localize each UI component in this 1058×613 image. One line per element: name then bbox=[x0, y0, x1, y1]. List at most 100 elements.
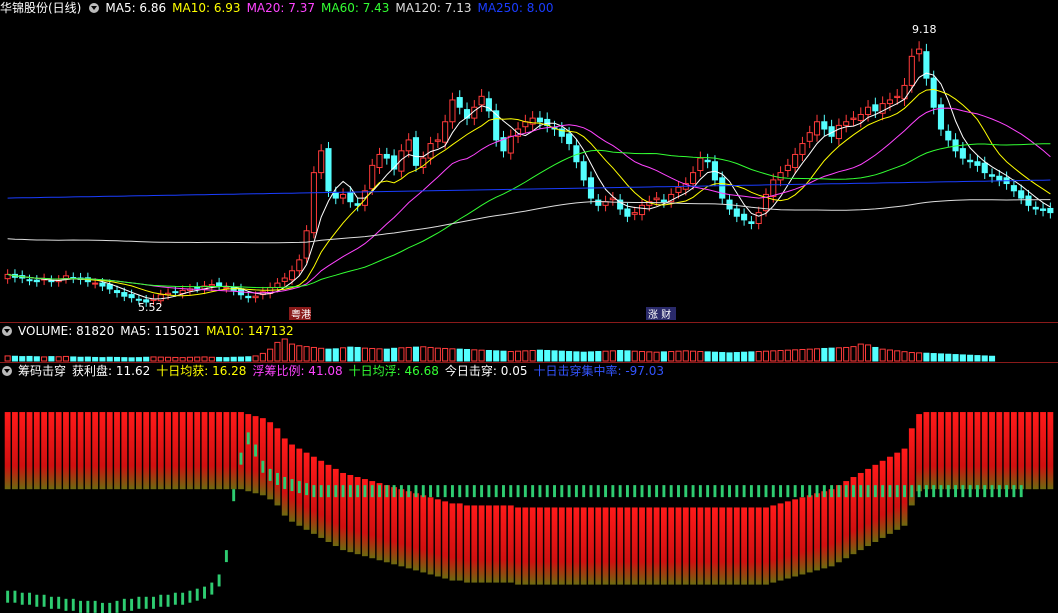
profit-bar bbox=[712, 507, 718, 585]
volume-bar bbox=[617, 350, 624, 362]
candle-body bbox=[310, 172, 317, 234]
candle-body bbox=[1040, 208, 1047, 211]
ma5-line bbox=[7, 72, 1051, 300]
breakthrough-bar bbox=[975, 485, 979, 498]
profit-bar bbox=[449, 503, 456, 581]
tag-yuegang[interactable]: 粤港 bbox=[289, 307, 311, 321]
candle-body bbox=[988, 174, 996, 177]
volume-bar bbox=[92, 356, 99, 362]
profit-bar bbox=[420, 495, 427, 573]
breakthrough-bar bbox=[268, 468, 272, 481]
volume-bar bbox=[631, 350, 638, 362]
candle-body bbox=[332, 192, 339, 199]
profit-bar bbox=[26, 412, 33, 490]
breakthrough-bar bbox=[669, 485, 673, 498]
volume-pane: VOLUME: 81820 MA5: 115021 MA10: 147132 bbox=[0, 323, 1058, 362]
volume-bar bbox=[690, 350, 697, 362]
volume-bar bbox=[529, 350, 536, 362]
breakthrough-bar bbox=[800, 485, 804, 498]
breakthrough-bar bbox=[421, 485, 425, 498]
breakthrough-bar bbox=[779, 485, 783, 498]
candle-body bbox=[1032, 206, 1039, 210]
breakthrough-bar bbox=[312, 485, 316, 498]
candle-body bbox=[99, 282, 106, 287]
profit-bar bbox=[806, 495, 813, 573]
profit-bar bbox=[653, 507, 660, 585]
candle-body bbox=[865, 106, 872, 115]
volume-bar bbox=[901, 351, 908, 362]
breakthrough-bar bbox=[961, 485, 965, 498]
profit-bar bbox=[325, 464, 332, 542]
volume-bar bbox=[959, 354, 966, 362]
profit-bar bbox=[201, 412, 208, 490]
candle-body bbox=[799, 143, 806, 155]
breakthrough-bar bbox=[1005, 485, 1009, 498]
profit-bar bbox=[172, 412, 179, 490]
breakthrough-bar bbox=[239, 452, 243, 465]
candle-body bbox=[733, 208, 740, 217]
profit-bar bbox=[84, 412, 91, 490]
volume-bar bbox=[405, 346, 412, 362]
profit-bar bbox=[952, 412, 959, 490]
candle-body bbox=[595, 199, 602, 206]
volume-bar bbox=[19, 356, 26, 362]
profit-bar bbox=[697, 507, 704, 585]
candle-body bbox=[493, 110, 500, 141]
breakthrough-bar bbox=[152, 596, 155, 609]
breakthrough-bar bbox=[706, 485, 710, 498]
volume-bar bbox=[821, 347, 828, 362]
profit-bar bbox=[1003, 412, 1010, 490]
volume-bar bbox=[602, 350, 609, 362]
breakthrough-bar bbox=[224, 550, 228, 563]
breakthrough-bar bbox=[93, 600, 97, 613]
volume-bar bbox=[937, 353, 945, 362]
breakthrough-bar bbox=[567, 485, 571, 498]
breakthrough-bar bbox=[79, 600, 83, 613]
breakthrough-bar bbox=[370, 485, 374, 498]
candle-body bbox=[792, 153, 799, 169]
breakthrough-bar bbox=[297, 481, 301, 494]
profit-bar bbox=[566, 507, 573, 585]
profit-bar bbox=[537, 507, 543, 585]
tag-yuegang-label: 粤港 bbox=[291, 308, 311, 321]
tag-zhangcai[interactable]: 涨 财 bbox=[646, 307, 676, 321]
volume-bar bbox=[296, 345, 303, 362]
profit-bar bbox=[580, 507, 587, 585]
candle-body bbox=[412, 137, 420, 166]
candle-body bbox=[449, 99, 456, 123]
profit-bar bbox=[989, 412, 995, 490]
breakthrough-bar bbox=[997, 485, 1001, 498]
breakthrough-bar bbox=[159, 594, 163, 607]
volume-bar bbox=[777, 350, 784, 362]
breakthrough-bar bbox=[939, 485, 943, 498]
candle-body bbox=[1025, 195, 1032, 206]
profit-bar bbox=[194, 412, 201, 490]
profit-bar bbox=[930, 412, 937, 490]
profit-bar bbox=[1018, 412, 1025, 490]
volume-bar bbox=[697, 351, 704, 362]
volume-bar bbox=[471, 349, 478, 362]
profit-bar bbox=[828, 489, 835, 567]
breakthrough-bar bbox=[531, 485, 535, 498]
breakthrough-bar bbox=[538, 485, 542, 498]
profit-bar bbox=[70, 412, 77, 490]
volume-bar bbox=[143, 356, 150, 362]
breakthrough-bar bbox=[815, 485, 819, 498]
profit-bar bbox=[245, 414, 252, 492]
candle-body bbox=[128, 294, 135, 299]
candle-body bbox=[580, 161, 587, 181]
candle-body bbox=[347, 191, 354, 203]
volume-bar bbox=[507, 351, 514, 362]
candle-body bbox=[405, 139, 412, 152]
volume-bar bbox=[318, 347, 325, 362]
breakthrough-bar bbox=[859, 485, 863, 498]
profit-bar bbox=[1025, 412, 1032, 490]
volume-bar bbox=[354, 346, 361, 362]
volume-bar bbox=[704, 351, 711, 362]
volume-bar bbox=[675, 350, 682, 362]
volume-chart bbox=[4, 338, 996, 362]
profit-bar bbox=[12, 412, 18, 490]
volume-bar bbox=[376, 348, 383, 362]
candle-body bbox=[770, 179, 777, 197]
candle-body bbox=[930, 77, 937, 108]
